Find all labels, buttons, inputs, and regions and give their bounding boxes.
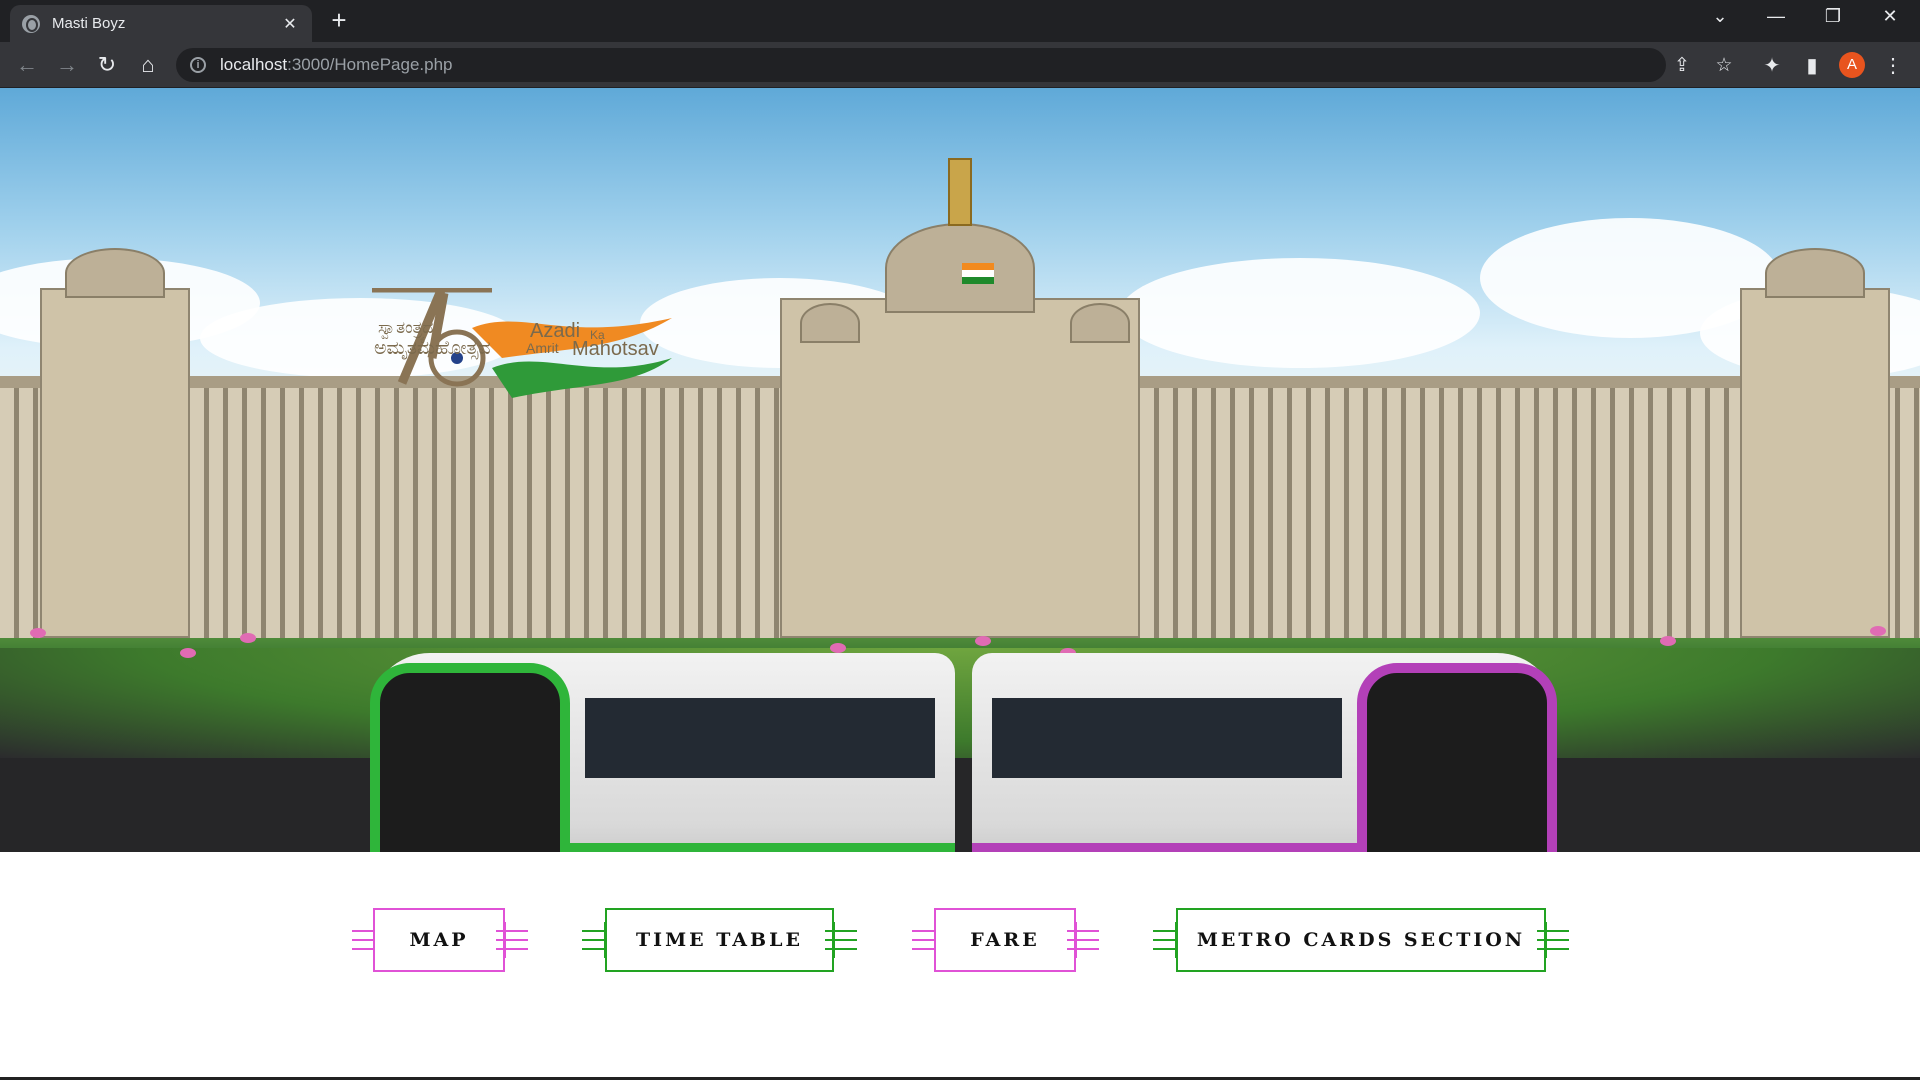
browser-toolbar: ← → ↻ ⌂ i localhost:3000/HomePage.php ⇪ … — [0, 42, 1920, 88]
flower — [30, 628, 46, 638]
logo-mahotsav: Mahotsav — [572, 338, 659, 360]
pink-rail-icon — [1067, 922, 1099, 958]
browser-titlebar: Masti Boyz ✕ + ⌄ — ❐ ✕ — [0, 0, 1920, 42]
train-windows — [585, 698, 935, 778]
address-bar[interactable]: i localhost:3000/HomePage.php ⇪ ☆ — [176, 48, 1733, 82]
metro-nav-buttons: MAP TIME TABLE FARE METRO CARDS SECTION — [0, 908, 1920, 972]
tab-title: Masti Boyz — [52, 15, 126, 32]
share-icon[interactable]: ⇪ — [1668, 54, 1696, 77]
train-windows — [992, 698, 1342, 778]
profile-avatar[interactable]: A — [1839, 52, 1865, 78]
central-dome — [885, 223, 1035, 313]
new-tab-button[interactable]: + — [325, 7, 353, 33]
green-line-metro-train — [370, 653, 955, 852]
small-dome — [800, 303, 860, 343]
bookmark-star-icon[interactable]: ☆ — [1710, 54, 1738, 77]
flower — [240, 633, 256, 643]
fare-button[interactable]: FARE — [934, 908, 1076, 972]
menu-kebab-icon[interactable]: ⋮ — [1879, 52, 1907, 80]
green-rail-icon — [825, 922, 857, 958]
site-info-icon[interactable]: i — [190, 57, 206, 73]
small-dome — [1070, 303, 1130, 343]
azadi-ka-amrit-mahotsav-logo — [372, 288, 672, 398]
url-path: :3000/HomePage.php — [287, 55, 453, 74]
flower — [830, 643, 846, 653]
right-dome — [1765, 248, 1865, 298]
flag-white — [962, 270, 994, 277]
metro-cards-section-button[interactable]: METRO CARDS SECTION — [1176, 908, 1546, 972]
flower — [1870, 626, 1886, 636]
extensions-icon[interactable]: ✦ — [1758, 52, 1786, 80]
garden-strip — [0, 648, 1920, 758]
logo-kannada-line2: ಅಮೃತಮಹೋತ್ಸವ — [374, 338, 491, 359]
reload-button[interactable]: ↻ — [92, 51, 122, 79]
browser-tab[interactable]: Masti Boyz ✕ — [10, 5, 312, 42]
close-tab-icon[interactable]: ✕ — [280, 14, 300, 34]
train-front — [370, 663, 570, 852]
globe-icon — [22, 14, 40, 33]
logo-amrit: Amrit — [526, 340, 559, 356]
restore-button[interactable]: ❐ — [1813, 6, 1853, 27]
purple-line-metro-train — [972, 653, 1557, 852]
flower — [975, 636, 991, 646]
map-button[interactable]: MAP — [373, 908, 505, 972]
flower — [180, 648, 196, 658]
side-panel-icon[interactable]: ▮ — [1798, 52, 1826, 80]
close-window-button[interactable]: ✕ — [1870, 6, 1910, 27]
purple-stripe — [972, 843, 1357, 852]
minimize-button[interactable]: — — [1756, 6, 1796, 27]
left-dome — [65, 248, 165, 298]
logo-kannada-line1: ಸ್ವಾತಂತ್ರ್ಯದ — [378, 318, 434, 337]
time-table-button[interactable]: TIME TABLE — [605, 908, 834, 972]
pink-rail-icon — [496, 922, 528, 958]
left-tower — [40, 288, 190, 638]
flower — [1660, 636, 1676, 646]
train-front — [1357, 663, 1557, 852]
right-tower — [1740, 288, 1890, 638]
url-host: localhost — [220, 55, 288, 74]
track-ground — [0, 758, 1920, 852]
central-building — [780, 298, 1140, 638]
tab-search-icon[interactable]: ⌄ — [1700, 6, 1740, 27]
flag-saffron — [962, 263, 994, 270]
url-text[interactable]: localhost:3000/HomePage.php — [220, 55, 453, 75]
green-stripe — [570, 843, 955, 852]
emblem-finial — [948, 158, 972, 226]
green-rail-icon — [1537, 922, 1569, 958]
flag-green — [962, 277, 994, 284]
home-button[interactable]: ⌂ — [133, 51, 163, 79]
back-button[interactable]: ← — [12, 51, 42, 79]
cloud — [1120, 258, 1480, 368]
forward-button[interactable]: → — [52, 51, 82, 79]
hero-banner: ಸ್ವಾತಂತ್ರ್ಯದ ಅಮೃತಮಹೋತ್ಸವ Azadi Ka Amrit … — [0, 88, 1920, 852]
